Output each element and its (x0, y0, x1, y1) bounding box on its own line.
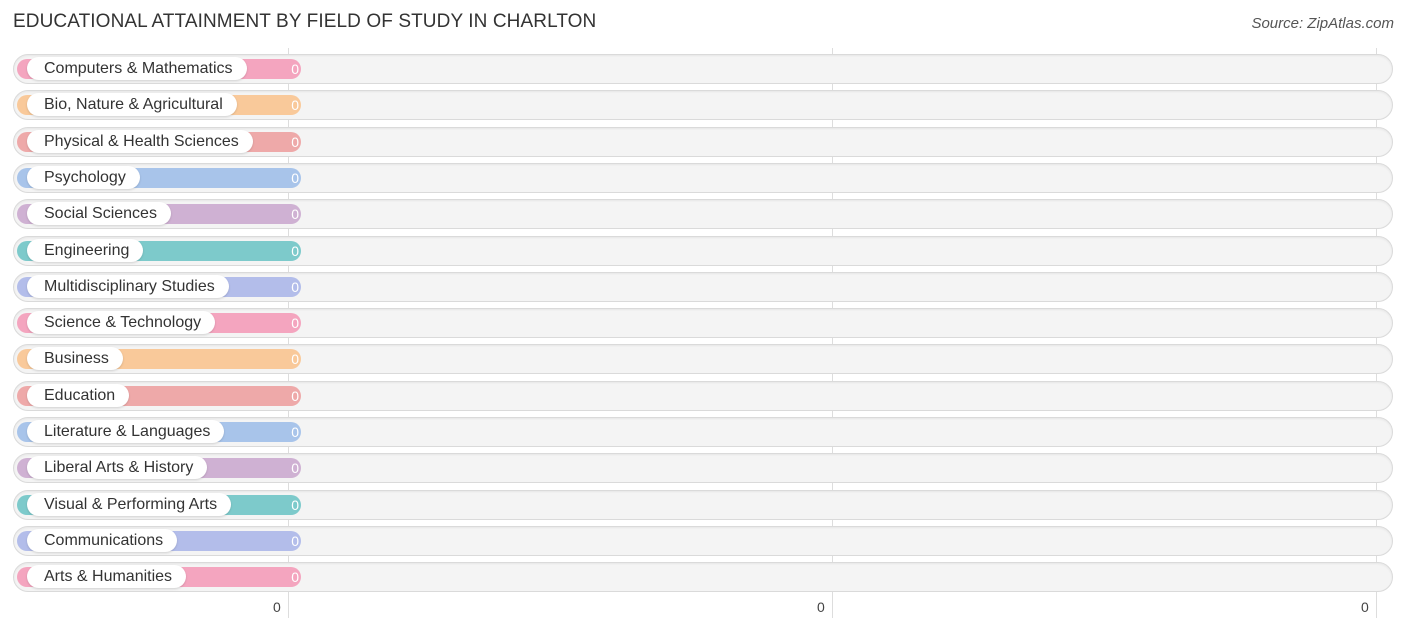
value-label: 0 (291, 61, 299, 77)
category-label: Business (27, 347, 123, 371)
bar-row: Psychology 0 (13, 162, 1393, 193)
bar-row: Social Sciences 0 (13, 199, 1393, 230)
value-label: 0 (291, 387, 299, 404)
category-label: Multidisciplinary Studies (27, 274, 229, 298)
category-label: Education (27, 383, 130, 407)
value-label: 0 (291, 242, 299, 259)
value-label: 0 (291, 206, 299, 223)
bar-row: Communications 0 (13, 525, 1393, 556)
bar-row: Education 0 (13, 380, 1393, 411)
category-label: Literature & Languages (27, 420, 225, 443)
value-label: 0 (291, 460, 299, 477)
bar-row: Literature & Languages 0 (13, 417, 1393, 447)
value-label: 0 (291, 569, 299, 586)
bar-row: Bio, Nature & Agricultural 0 (13, 90, 1393, 121)
bar-row: Arts & Humanities 0 (13, 562, 1393, 593)
x-tick-label: 0 (1361, 599, 1369, 615)
value-label: 0 (291, 133, 299, 150)
category-label: Bio, Nature & Agricultural (27, 93, 237, 117)
category-label: Communications (27, 528, 178, 552)
bar-row: Physical & Health Sciences 0 (13, 126, 1393, 157)
bar-row: Computers & Mathematics 0 (13, 54, 1393, 84)
category-label: Science & Technology (27, 311, 216, 335)
bar-row: Liberal Arts & History 0 (13, 453, 1393, 484)
bar-row: Science & Technology 0 (13, 308, 1393, 339)
category-label: Physical & Health Sciences (27, 129, 253, 153)
value-label: 0 (291, 315, 299, 332)
category-label: Arts & Humanities (27, 565, 187, 589)
x-tick-label: 0 (817, 599, 825, 615)
bar-row: Visual & Performing Arts 0 (13, 489, 1393, 520)
bar-row: Multidisciplinary Studies 0 (13, 271, 1393, 302)
value-label: 0 (291, 278, 299, 295)
category-label: Computers & Mathematics (27, 57, 247, 80)
chart-title: EDUCATIONAL ATTAINMENT BY FIELD OF STUDY… (13, 11, 597, 32)
source-credit: Source: ZipAtlas.com (1251, 15, 1394, 32)
category-label: Visual & Performing Arts (27, 492, 232, 516)
value-label: 0 (291, 169, 299, 186)
value-label: 0 (291, 97, 299, 114)
x-tick-label: 0 (273, 599, 281, 615)
value-label: 0 (291, 424, 299, 440)
bar-row: Engineering 0 (13, 235, 1393, 266)
value-label: 0 (291, 532, 299, 549)
value-label: 0 (291, 351, 299, 368)
category-label: Engineering (27, 238, 144, 262)
category-label: Psychology (27, 165, 140, 189)
category-label: Liberal Arts & History (27, 456, 208, 480)
category-label: Social Sciences (27, 202, 171, 226)
value-label: 0 (291, 496, 299, 513)
bar-row: Business 0 (13, 344, 1393, 375)
